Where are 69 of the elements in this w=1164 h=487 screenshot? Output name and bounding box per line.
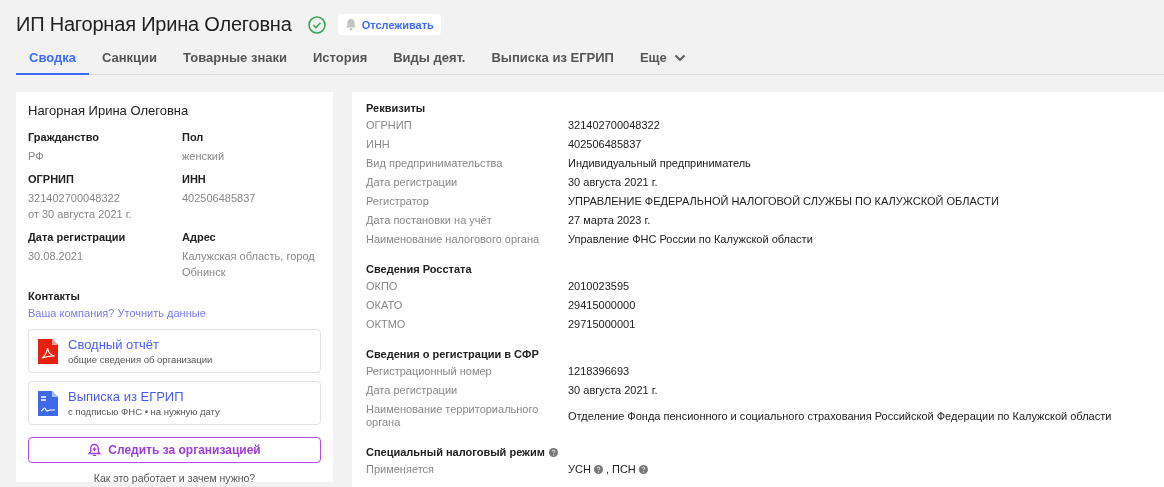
tab[interactable]: Сводка	[16, 42, 89, 75]
detail-label: ОКАТО	[366, 298, 404, 313]
detail-value: , ПСН	[605, 463, 636, 476]
detail-label: ОКТМО	[366, 317, 407, 332]
detail-label: Вид предпринимательства	[366, 156, 504, 171]
detail-label: Дата регистрации	[366, 383, 459, 398]
detail-label: Наименование налогового органа	[366, 232, 541, 247]
detail-label: Наименование территориального органа	[366, 402, 540, 430]
tab[interactable]: Товарные знаки	[170, 42, 300, 75]
document-card[interactable]: Сводный отчёт общие сведения об организации	[28, 329, 321, 373]
field-label: ОГРНИП	[28, 173, 75, 185]
detail-label: Дата постановки на учёт	[366, 213, 493, 228]
field-value: женский	[182, 149, 226, 164]
detail-value: 30 августа 2021 г.	[568, 384, 658, 397]
field-value: Калужская область, город Обнинск	[182, 249, 316, 280]
detail-label: Регистратор	[366, 194, 430, 209]
field-label: Дата регистрации	[28, 231, 127, 243]
detail-label: Регистрационный номер	[366, 364, 493, 379]
section-heading: Реквизиты	[366, 102, 427, 114]
detail-value: 27 марта 2023 г.	[568, 214, 651, 227]
document-title: Сводный отчёт	[68, 337, 160, 352]
detail-label: Дата регистрации	[366, 175, 459, 190]
detail-value: УПРАВЛЕНИЕ ФЕДЕРАЛЬНОЙ НАЛОГОВОЙ СЛУЖБЫ ПО КАЛУЖСКОЙ ОБЛАСТИ	[568, 195, 999, 208]
field-label: Гражданство	[28, 131, 101, 143]
tab[interactable]: Еще	[626, 42, 699, 75]
document-icon	[38, 390, 58, 416]
detail-value: Отделение Фонда пенсионного и социального страхования Российской Федерации по Калужской области	[568, 409, 1112, 423]
bell-icon	[344, 18, 357, 31]
detail-value: 29715000001	[568, 318, 636, 331]
help-link[interactable]: Как это работает и зачем нужно?	[28, 472, 321, 484]
person-name: Нагорная Ирина Олеговна	[28, 103, 190, 118]
detail-label: Применяется	[366, 462, 435, 477]
detail-value: 2010023595	[568, 280, 630, 293]
document-subtitle: общие сведения об организации	[68, 354, 213, 365]
tab[interactable]: Виды деят.	[380, 42, 479, 75]
document-title: Выписка из ЕГРИП	[68, 389, 185, 404]
field-label: ИНН	[182, 173, 207, 185]
contacts-heading: Контакты	[28, 290, 81, 302]
detail-value: 402506485837	[568, 138, 642, 151]
section-heading: Специальный налоговый режим	[366, 446, 1150, 458]
clarify-data-link[interactable]: Ваша компания? Уточнить данные	[28, 307, 321, 319]
tab[interactable]: Выписка из ЕГРИП	[478, 42, 627, 75]
document-subtitle: с подписью ФНС • на нужную дату	[68, 406, 220, 417]
page-title: ИП Нагорная Ирина Олеговна	[16, 13, 292, 36]
section-heading: Сведения Росстата	[366, 263, 473, 275]
field-label: Адрес	[182, 231, 217, 243]
track-button[interactable]: Отслеживать	[337, 14, 441, 35]
field-label: Пол	[182, 131, 205, 143]
detail-value: 321402700048322	[568, 119, 660, 132]
bell-plus-icon	[88, 443, 102, 457]
field-value: 402506485837	[182, 191, 257, 206]
pdf-file-icon	[38, 338, 58, 364]
detail-value: 1218396693	[568, 365, 630, 378]
detail-value: УСН	[568, 463, 591, 476]
detail-label: ИНН	[366, 137, 391, 152]
section-heading: Сведения о регистрации в СФР	[366, 348, 540, 360]
detail-label: ОГРНИП	[366, 118, 413, 133]
detail-label: ОКПО	[366, 279, 399, 294]
document-card[interactable]: Выписка из ЕГРИП с подписью ФНС • на нужную дату	[28, 381, 321, 425]
tab[interactable]: Санкции	[88, 42, 171, 75]
tab[interactable]: История	[300, 42, 381, 75]
detail-value: Индивидуальный предприниматель	[568, 157, 751, 170]
field-value: 30.08.2021	[28, 249, 85, 264]
detail-value: 30 августа 2021 г.	[568, 176, 658, 189]
field-value: РФ	[28, 149, 45, 164]
detail-value: Управление ФНС России по Калужской области	[568, 233, 813, 246]
follow-button[interactable]: Следить за организацией	[28, 437, 321, 463]
field-value: 321402700048322 от 30 августа 2021 г.	[28, 191, 133, 222]
detail-value: 29415000000	[568, 299, 636, 312]
